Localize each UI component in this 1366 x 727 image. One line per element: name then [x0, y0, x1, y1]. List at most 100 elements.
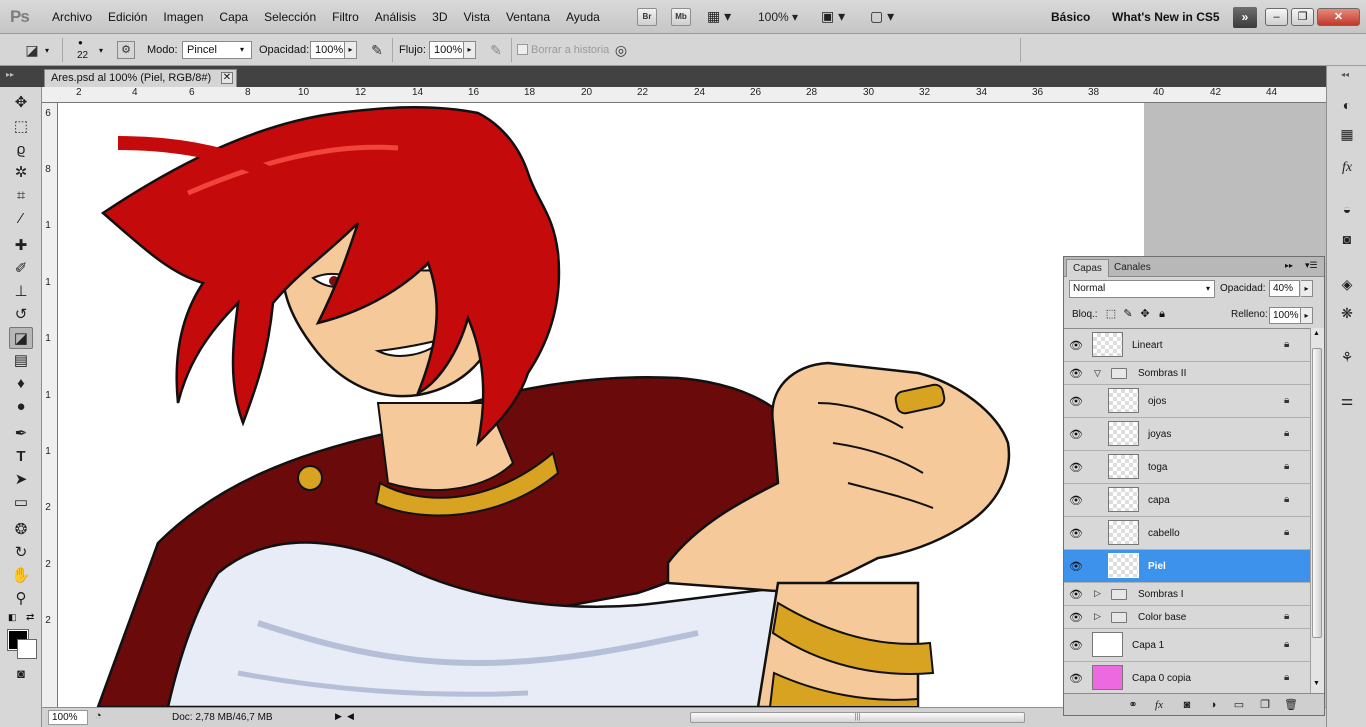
- layer-row-joyas[interactable]: 👁︎ joyas 🔒︎: [1064, 418, 1310, 451]
- gradient-tool-icon[interactable]: ▤: [9, 350, 33, 372]
- opacity-input[interactable]: 100%: [310, 41, 345, 59]
- layer-row-ojos[interactable]: 👁︎ ojos 🔒︎: [1064, 385, 1310, 418]
- brush-dropdown-icon[interactable]: ▾: [99, 46, 103, 55]
- mode-dropdown-icon[interactable]: ▾: [240, 45, 244, 54]
- panel-grip-icon[interactable]: ▸▸: [6, 70, 14, 79]
- fill-arrow[interactable]: ▸: [1301, 307, 1313, 324]
- type-tool-icon[interactable]: T: [9, 446, 33, 468]
- history-brush-tool-icon[interactable]: ↺: [9, 304, 33, 326]
- brush-panel-icon[interactable]: ⚙: [117, 41, 135, 59]
- mini-bridge-button[interactable]: Mb: [671, 8, 691, 26]
- screen-mode-icon[interactable]: ▢ ▾: [870, 8, 894, 25]
- close-icon[interactable]: ✕: [1317, 8, 1360, 26]
- panel-menu-icon[interactable]: ▾☰: [1305, 260, 1318, 271]
- tab-layers[interactable]: Capas: [1066, 259, 1109, 277]
- eye-icon[interactable]: 👁︎: [1069, 672, 1083, 685]
- brush-size[interactable]: 22: [77, 50, 88, 61]
- eye-icon[interactable]: 👁︎: [1069, 560, 1083, 573]
- layer-row-group-sombras-i[interactable]: 👁︎ ▷ Sombras I: [1064, 583, 1310, 606]
- layer-row-capa[interactable]: 👁︎ capa 🔒︎: [1064, 484, 1310, 517]
- arrange-documents-icon[interactable]: ▣ ▾: [821, 8, 845, 25]
- group-collapsed-icon[interactable]: ▷: [1094, 611, 1101, 622]
- eraser-preset-icon[interactable]: ◪: [22, 40, 42, 60]
- dock-collapse-icon[interactable]: ◂◂: [1341, 70, 1349, 79]
- eyedropper-tool-icon[interactable]: ⁄: [9, 208, 33, 230]
- 3d-rotate-tool-icon[interactable]: ❂: [9, 519, 33, 541]
- layer-row-cabello[interactable]: 👁︎ cabello 🔒︎: [1064, 517, 1310, 550]
- color-panel-icon[interactable]: ◐: [1336, 94, 1358, 116]
- eye-icon[interactable]: 👁︎: [1069, 461, 1083, 474]
- menu-imagen[interactable]: Imagen: [155, 10, 211, 24]
- magic-wand-tool-icon[interactable]: ✲: [9, 162, 33, 184]
- eye-icon[interactable]: 👁︎: [1069, 588, 1083, 601]
- pen-tool-icon[interactable]: ✒: [9, 423, 33, 445]
- tab-channels[interactable]: Canales: [1108, 259, 1157, 277]
- menu-3d[interactable]: 3D: [424, 10, 455, 24]
- layers-scrollbar[interactable]: ▲ ▼: [1310, 328, 1324, 693]
- lock-all-icon[interactable]: 🔒︎: [1155, 307, 1169, 321]
- tablet-opacity-icon[interactable]: ✎: [367, 40, 387, 60]
- menu-ayuda[interactable]: Ayuda: [558, 10, 608, 24]
- layer-row-toga[interactable]: 👁︎ toga 🔒︎: [1064, 451, 1310, 484]
- zoom-level-dropdown[interactable]: 100% ▾: [758, 10, 798, 24]
- airbrush-icon[interactable]: ✎: [486, 40, 506, 60]
- bridge-button[interactable]: Br: [637, 8, 657, 26]
- scroll-up-icon[interactable]: ▲: [1313, 330, 1320, 337]
- move-tool-icon[interactable]: ✥: [9, 92, 33, 114]
- masks-panel-icon[interactable]: ◙: [1336, 228, 1358, 250]
- add-mask-icon[interactable]: ◙: [1178, 697, 1196, 713]
- status-info-icon[interactable]: ◔: [95, 710, 102, 722]
- eye-icon[interactable]: 👁︎: [1069, 494, 1083, 507]
- extras-icon[interactable]: ▦ ▾: [707, 8, 731, 25]
- erase-history-checkbox[interactable]: [517, 44, 528, 55]
- zoom-field[interactable]: 100%: [48, 710, 88, 725]
- workspace-basic[interactable]: Básico: [1051, 10, 1090, 24]
- artwork-canvas[interactable]: [58, 103, 1144, 707]
- close-tab-icon[interactable]: ✕: [221, 72, 233, 84]
- menu-analisis[interactable]: Análisis: [367, 10, 424, 24]
- eye-icon[interactable]: 👁︎: [1069, 339, 1083, 352]
- menu-vista[interactable]: Vista: [456, 10, 498, 24]
- quick-mask-icon[interactable]: ◙: [9, 663, 33, 685]
- dodge-tool-icon[interactable]: ●: [9, 396, 33, 418]
- brush-tool-icon[interactable]: ✐: [9, 258, 33, 280]
- zoom-tool-icon[interactable]: ⚲: [9, 588, 33, 610]
- layer-opacity-input[interactable]: 40%: [1269, 280, 1300, 297]
- clone-stamp-tool-icon[interactable]: ⊥: [9, 281, 33, 303]
- layers-panel-icon[interactable]: ◈: [1336, 273, 1358, 295]
- eye-icon[interactable]: 👁︎: [1069, 639, 1083, 652]
- fill-input[interactable]: 100%: [1269, 307, 1301, 324]
- blend-mode-select[interactable]: Normal: [1069, 280, 1215, 298]
- layer-row-group-sombras-ii[interactable]: 👁︎ ▽ Sombras II: [1064, 362, 1310, 385]
- menu-filtro[interactable]: Filtro: [324, 10, 367, 24]
- layer-row-group-color-base[interactable]: 👁︎ ▷ Color base 🔒︎: [1064, 606, 1310, 629]
- workspace-more-icon[interactable]: »: [1233, 7, 1257, 28]
- eye-icon[interactable]: 👁︎: [1069, 367, 1083, 380]
- lock-position-icon[interactable]: ✥: [1138, 307, 1152, 321]
- crop-tool-icon[interactable]: ⌗: [9, 185, 33, 207]
- channels-panel-icon[interactable]: ❋: [1336, 302, 1358, 324]
- layer-style-icon[interactable]: fx: [1150, 697, 1168, 713]
- 3d-orbit-tool-icon[interactable]: ↻: [9, 542, 33, 564]
- tablet-size-icon[interactable]: ◎: [611, 40, 631, 60]
- scroll-down-icon[interactable]: ▼: [1313, 680, 1320, 687]
- menu-seleccion[interactable]: Selección: [256, 10, 324, 24]
- opacity-slider-arrow[interactable]: ▸: [345, 41, 357, 59]
- brush-dot-icon[interactable]: ●: [78, 38, 83, 47]
- new-group-icon[interactable]: ▭: [1230, 697, 1248, 713]
- path-selection-tool-icon[interactable]: ➤: [9, 469, 33, 491]
- paths-panel-icon[interactable]: ⚘: [1336, 346, 1358, 368]
- layer-row-capa-0-copia[interactable]: 👁︎ Capa 0 copia 🔒︎: [1064, 662, 1310, 693]
- horizontal-scrollbar-thumb[interactable]: |||: [690, 712, 1025, 723]
- workspace-whats-new[interactable]: What's New in CS5: [1112, 10, 1220, 24]
- layer-row-capa-1[interactable]: 👁︎ Capa 1 🔒︎: [1064, 629, 1310, 662]
- menu-edicion[interactable]: Edición: [100, 10, 155, 24]
- default-colors-icon[interactable]: ◧: [8, 612, 17, 623]
- healing-brush-tool-icon[interactable]: ✚: [9, 235, 33, 257]
- swatches-panel-icon[interactable]: ▦: [1336, 123, 1358, 145]
- layers-scrollbar-thumb[interactable]: [1312, 348, 1322, 638]
- menu-ventana[interactable]: Ventana: [498, 10, 558, 24]
- group-expanded-icon[interactable]: ▽: [1094, 368, 1101, 379]
- eye-icon[interactable]: 👁︎: [1069, 428, 1083, 441]
- new-layer-icon[interactable]: ❐: [1256, 697, 1274, 713]
